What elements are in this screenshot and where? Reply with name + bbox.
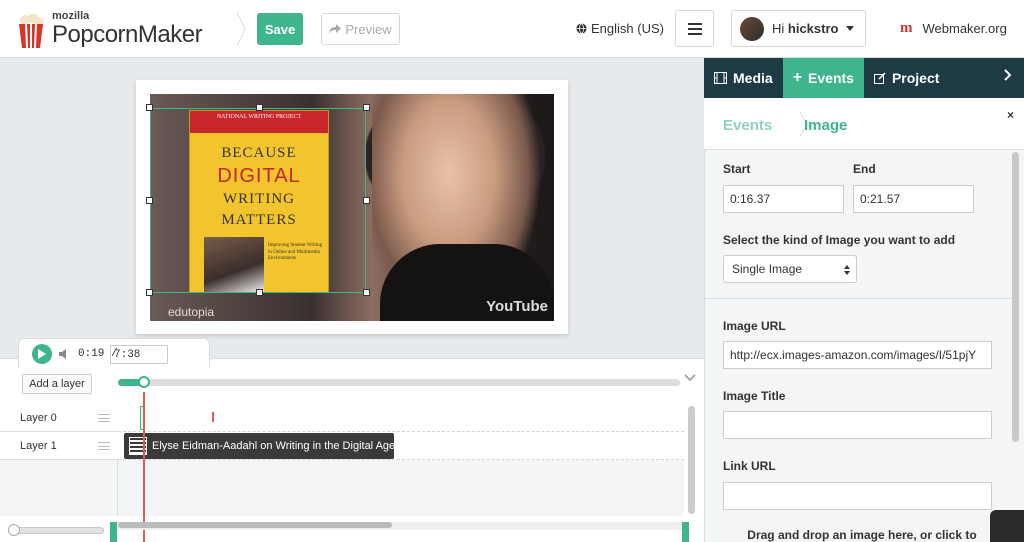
section-divider	[704, 298, 1020, 299]
popcorn-maker-logo[interactable]: mozilla PopcornMaker	[16, 6, 216, 52]
zoom-slider-track[interactable]	[8, 527, 104, 534]
link-url-input[interactable]	[723, 482, 992, 510]
globe-icon	[576, 23, 587, 34]
layer-row-1[interactable]: Layer 1	[0, 432, 118, 460]
zoom-slider-handle[interactable]	[8, 524, 20, 536]
play-button[interactable]	[32, 344, 52, 364]
image-kind-select[interactable]: Single Image	[723, 255, 857, 283]
play-icon	[38, 349, 46, 359]
image-url-label: Image URL	[723, 319, 786, 333]
resize-handle-ne[interactable]	[363, 104, 370, 111]
image-title-label: Image Title	[723, 389, 786, 403]
caret-down-icon	[846, 26, 855, 31]
top-header: mozilla PopcornMaker Save Preview Englis…	[0, 0, 1024, 58]
image-dropzone[interactable]: Drag and drop an image here, or click to	[704, 528, 1020, 542]
image-url-input[interactable]: http://ecx.images-amazon.com/images/I/51…	[723, 341, 992, 369]
preview-button[interactable]: Preview	[321, 13, 400, 45]
add-layer-button[interactable]: Add a layer	[22, 374, 92, 394]
webmaker-label: Webmaker.org	[922, 21, 1007, 36]
layer-1-label: Layer 1	[20, 439, 57, 452]
hamburger-icon	[687, 22, 702, 35]
image-kind-label: Select the kind of Image you want to add	[723, 233, 956, 247]
menu-button[interactable]	[675, 10, 714, 47]
image-kind-value: Single Image	[732, 262, 803, 276]
close-icon[interactable]: ×	[1007, 108, 1014, 122]
layer-0-label: Layer 0	[20, 411, 57, 424]
resize-handle-e[interactable]	[363, 197, 370, 204]
chevron-right-icon[interactable]	[1004, 69, 1012, 81]
scroll-range-start-handle[interactable]	[110, 522, 117, 542]
end-label: End	[853, 162, 876, 176]
resize-handle-w[interactable]	[146, 197, 153, 204]
timeline-vertical-scrollbar[interactable]	[688, 406, 695, 514]
scrubber-handle[interactable]	[138, 376, 150, 388]
tab-media-label: Media	[733, 70, 773, 86]
youtube-watermark: YouTube	[486, 298, 548, 315]
breadcrumb-events[interactable]: Events	[723, 117, 772, 134]
image-title-input[interactable]	[723, 411, 992, 439]
duration-input[interactable]: 7:38	[110, 345, 168, 364]
scroll-range-end-handle[interactable]	[682, 522, 689, 542]
drag-handle-icon[interactable]	[98, 441, 110, 450]
popcorn-box-icon	[19, 14, 44, 48]
media-clip[interactable]: Elyse Eidman-Aadahl on Writing in the Di…	[124, 433, 394, 459]
resize-handle-s[interactable]	[256, 289, 263, 296]
breadcrumb: Events Image ×	[704, 98, 1024, 150]
language-label: English (US)	[591, 21, 664, 36]
resize-handle-n[interactable]	[256, 104, 263, 111]
tab-project[interactable]: Project	[864, 58, 949, 98]
link-url-label: Link URL	[723, 459, 776, 473]
current-time-value: 0:19	[78, 348, 105, 360]
playhead-line[interactable]	[143, 392, 145, 542]
save-button[interactable]: Save	[257, 13, 303, 45]
user-greeting: Hi hickstro	[772, 21, 838, 36]
webmaker-link[interactable]: m Webmaker.org	[900, 20, 1007, 37]
select-arrows-icon	[844, 265, 850, 275]
layer-row-0[interactable]: Layer 0	[0, 404, 118, 432]
webmaker-logo-icon: m	[900, 20, 913, 36]
breadcrumb-image: Image	[804, 117, 848, 134]
avatar	[740, 16, 764, 41]
clip-title: Elyse Eidman-Aadahl on Writing in the Di…	[152, 440, 394, 452]
track-0[interactable]	[118, 404, 684, 432]
horizontal-scroll-thumb[interactable]	[118, 522, 392, 528]
language-selector[interactable]: English (US)	[576, 21, 664, 36]
volume-icon[interactable]	[59, 349, 69, 359]
preview-button-label: Preview	[345, 21, 392, 37]
plus-icon: +	[792, 69, 803, 86]
tab-events-label: Events	[808, 70, 854, 86]
greeting-prefix: Hi	[772, 21, 788, 36]
resize-handle-sw[interactable]	[146, 289, 153, 296]
tracks-area	[118, 404, 684, 516]
resize-handle-se[interactable]	[363, 289, 370, 296]
drag-handle-icon[interactable]	[98, 413, 110, 422]
panel-scrollbar[interactable]	[1012, 152, 1019, 442]
resize-handle-nw[interactable]	[146, 104, 153, 111]
edit-icon	[873, 72, 886, 84]
start-time-input[interactable]: 0:16.37	[723, 185, 844, 213]
panel-tabs: Media + Events Project	[704, 58, 1024, 98]
tab-media[interactable]: Media	[704, 58, 783, 98]
tab-events[interactable]: + Events	[782, 58, 864, 98]
username: hickstro	[787, 21, 839, 36]
end-time-input[interactable]: 0:21.57	[853, 185, 974, 213]
header-divider	[236, 12, 246, 46]
event-marker	[212, 412, 214, 422]
collapse-timeline-icon[interactable]	[684, 374, 696, 382]
scrubber-track[interactable]	[118, 379, 680, 386]
start-label: Start	[723, 162, 751, 176]
share-arrow-icon	[329, 24, 342, 34]
user-menu-button[interactable]: Hi hickstro	[731, 10, 866, 47]
tab-project-label: Project	[891, 70, 940, 86]
film-icon	[714, 72, 727, 84]
logo-app-name: PopcornMaker	[52, 21, 203, 48]
image-selection-box[interactable]	[150, 108, 366, 293]
corner-widget[interactable]	[990, 510, 1024, 542]
edutopia-watermark: edutopia	[168, 305, 215, 319]
